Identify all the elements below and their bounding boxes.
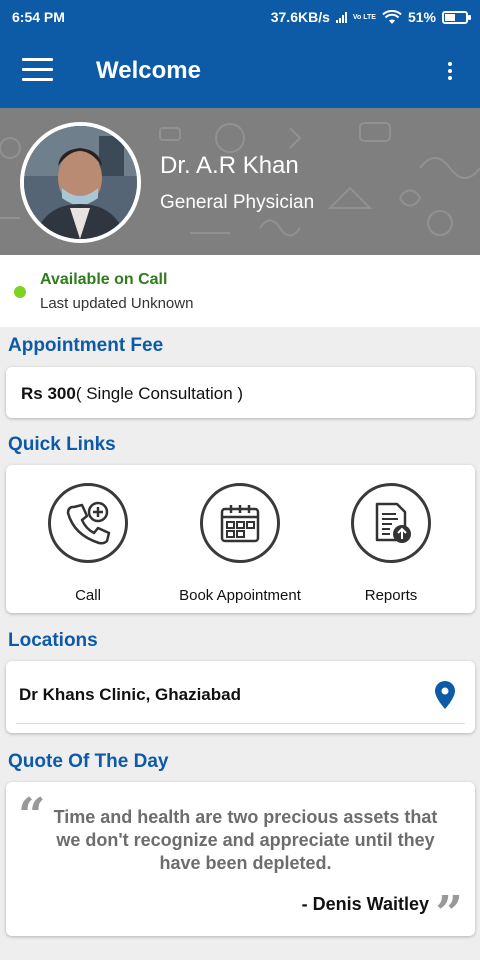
quick-links-heading: Quick Links — [8, 434, 116, 455]
availability-status: Available on Call — [40, 271, 168, 288]
battery-percent: 51% — [407, 9, 436, 25]
page-title: Welcome — [96, 57, 201, 84]
last-updated: Last updated Unknown — [40, 295, 194, 312]
hamburger-menu-icon[interactable] — [22, 58, 53, 82]
signal-icon — [335, 11, 347, 23]
availability-panel: Available on Call Last updated Unknown — [0, 255, 480, 327]
fee-text: Rs 300( Single Consultation ) — [21, 384, 243, 404]
profile-banner: Dr. A.R Khan General Physician — [0, 108, 480, 255]
app-bar: Welcome — [0, 34, 480, 108]
divider — [16, 723, 465, 724]
doctor-name: Dr. A.R Khan — [160, 152, 299, 179]
phone-plus-icon — [48, 483, 128, 563]
quick-link-label: Call — [75, 587, 101, 604]
volte-icon: Vo LTE — [352, 13, 376, 21]
doctor-avatar — [20, 122, 141, 243]
fee-amount: Rs 300 — [21, 384, 76, 403]
location-name[interactable]: Dr Khans Clinic, Ghaziabad — [19, 685, 241, 705]
wifi-icon — [382, 9, 402, 24]
open-quote-icon: “ — [18, 788, 46, 844]
locations-heading: Locations — [8, 630, 98, 651]
quick-link-label: Reports — [364, 587, 418, 604]
battery-icon — [442, 10, 471, 24]
network-speed: 37.6KB/s — [270, 9, 330, 25]
report-upload-icon — [351, 483, 431, 563]
quick-link-label: Book Appointment — [179, 587, 301, 604]
quick-link-call[interactable]: Call — [13, 483, 163, 604]
doctor-specialty: General Physician — [160, 192, 315, 213]
quote-author: - Denis Waitley — [301, 894, 429, 914]
status-icons: 37.6KB/s Vo LTE 51% — [270, 9, 471, 25]
quote-card: “ Time and health are two precious asset… — [6, 782, 475, 942]
quote-text: Time and health are two precious assets … — [53, 807, 438, 873]
quote-heading: Quote Of The Day — [8, 751, 169, 772]
location-pin-icon[interactable] — [435, 681, 455, 709]
close-quote-icon: ” — [435, 886, 463, 942]
status-time: 6:54 PM — [12, 9, 65, 25]
doctor-photo — [24, 126, 137, 239]
locations-card: Dr Khans Clinic, Ghaziabad — [6, 661, 475, 733]
calendar-icon — [200, 483, 280, 563]
quick-link-reports[interactable]: Reports — [316, 483, 466, 604]
appointment-fee-card: Rs 300( Single Consultation ) — [6, 367, 475, 418]
fee-description: ( Single Consultation ) — [75, 384, 244, 403]
appointment-fee-heading: Appointment Fee — [8, 335, 164, 356]
more-vertical-icon[interactable] — [448, 62, 452, 80]
status-bar: 6:54 PM 37.6KB/s Vo LTE 51% — [0, 0, 480, 34]
quick-link-book-appointment[interactable]: Book Appointment — [165, 483, 315, 604]
availability-dot-icon — [14, 286, 26, 298]
quick-links-card: Call Book Appointment Reports — [6, 465, 475, 613]
